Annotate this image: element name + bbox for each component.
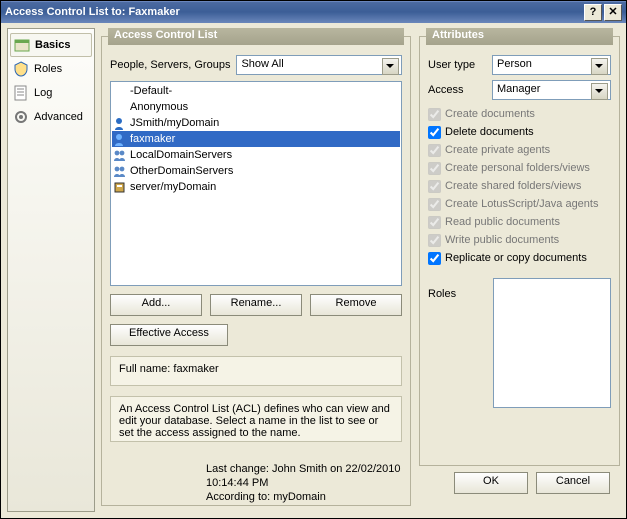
log-icon — [13, 85, 29, 101]
help-box: An Access Control List (ACL) defines who… — [110, 396, 402, 442]
person-icon — [112, 117, 127, 130]
nav-roles[interactable]: Roles — [10, 57, 92, 81]
remove-button[interactable]: Remove — [310, 294, 402, 316]
permissions-checklist: Create documents Delete documents Create p… — [428, 106, 611, 266]
permission-checkbox: Create documents — [428, 106, 611, 122]
blank-icon — [112, 101, 127, 114]
checkbox-input — [428, 234, 441, 247]
permission-checkbox: Read public documents — [428, 214, 611, 230]
roles-label: Roles — [428, 288, 456, 408]
nav-basics[interactable]: Basics — [10, 33, 92, 57]
fullname-text: Full name: faxmaker — [119, 363, 219, 375]
group-icon — [112, 149, 127, 162]
acl-item[interactable]: Anonymous — [112, 99, 400, 115]
access-label: Access — [428, 84, 486, 96]
titlebar: Access Control List to: Faxmaker ? ✕ — [1, 1, 626, 23]
permission-checkbox: Write public documents — [428, 232, 611, 248]
usertype-select[interactable]: Person — [492, 55, 611, 75]
nav-label: Roles — [34, 63, 62, 75]
fullname-box: Full name: faxmaker — [110, 356, 402, 386]
dialog-footer: Last change: John Smith on 22/02/2010 10… — [206, 462, 610, 504]
cancel-button[interactable]: Cancel — [536, 472, 610, 494]
permission-checkbox: Create LotusScript/Java agents — [428, 196, 611, 212]
acl-group: Access Control List People, Servers, Gro… — [101, 36, 411, 506]
side-nav: Basics Roles Log Advanced — [7, 28, 95, 512]
permission-checkbox: Create private agents — [428, 142, 611, 158]
ok-button[interactable]: OK — [454, 472, 528, 494]
nav-advanced[interactable]: Advanced — [10, 105, 92, 129]
last-change-info: Last change: John Smith on 22/02/2010 10… — [206, 462, 446, 504]
rename-button[interactable]: Rename... — [210, 294, 302, 316]
acl-listbox[interactable]: -Default-AnonymousJSmith/myDomainfaxmake… — [110, 81, 402, 286]
advanced-icon — [13, 109, 29, 125]
attributes-group: Attributes User type Person Access Manag… — [419, 36, 620, 466]
roles-icon — [13, 61, 29, 77]
checkbox-input — [428, 108, 441, 121]
checkbox-input[interactable] — [428, 126, 441, 139]
add-button[interactable]: Add... — [110, 294, 202, 316]
help-button[interactable]: ? — [584, 4, 602, 21]
acl-group-title: Access Control List — [108, 28, 404, 45]
group-icon — [112, 165, 127, 178]
blank-icon — [112, 85, 127, 98]
nav-log[interactable]: Log — [10, 81, 92, 105]
basics-icon — [14, 37, 30, 53]
show-select[interactable]: Show All — [236, 55, 402, 75]
checkbox-input — [428, 180, 441, 193]
permission-checkbox[interactable]: Delete documents — [428, 124, 611, 140]
person-blue-icon — [112, 133, 127, 146]
help-text: An Access Control List (ACL) defines who… — [119, 403, 390, 439]
window-title: Access Control List to: Faxmaker — [5, 6, 582, 18]
acl-item[interactable]: -Default- — [112, 83, 400, 99]
checkbox-input — [428, 144, 441, 157]
effective-access-button[interactable]: Effective Access — [110, 324, 228, 346]
checkbox-input[interactable] — [428, 252, 441, 265]
roles-listbox[interactable] — [493, 278, 611, 408]
server-icon — [112, 181, 127, 194]
acl-item[interactable]: OtherDomainServers — [112, 163, 400, 179]
nav-label: Basics — [35, 39, 70, 51]
acl-item[interactable]: LocalDomainServers — [112, 147, 400, 163]
acl-item[interactable]: JSmith/myDomain — [112, 115, 400, 131]
acl-item[interactable]: faxmaker — [112, 131, 400, 147]
close-button[interactable]: ✕ — [604, 4, 622, 21]
permission-checkbox: Create personal folders/views — [428, 160, 611, 176]
people-label: People, Servers, Groups — [110, 59, 230, 71]
checkbox-input — [428, 198, 441, 211]
permission-checkbox: Create shared folders/views — [428, 178, 611, 194]
attributes-group-title: Attributes — [426, 28, 613, 45]
acl-item[interactable]: server/myDomain — [112, 179, 400, 195]
nav-label: Log — [34, 87, 52, 99]
checkbox-input — [428, 162, 441, 175]
access-select[interactable]: Manager — [492, 80, 611, 100]
usertype-label: User type — [428, 59, 486, 71]
checkbox-input — [428, 216, 441, 229]
permission-checkbox[interactable]: Replicate or copy documents — [428, 250, 611, 266]
nav-label: Advanced — [34, 111, 83, 123]
